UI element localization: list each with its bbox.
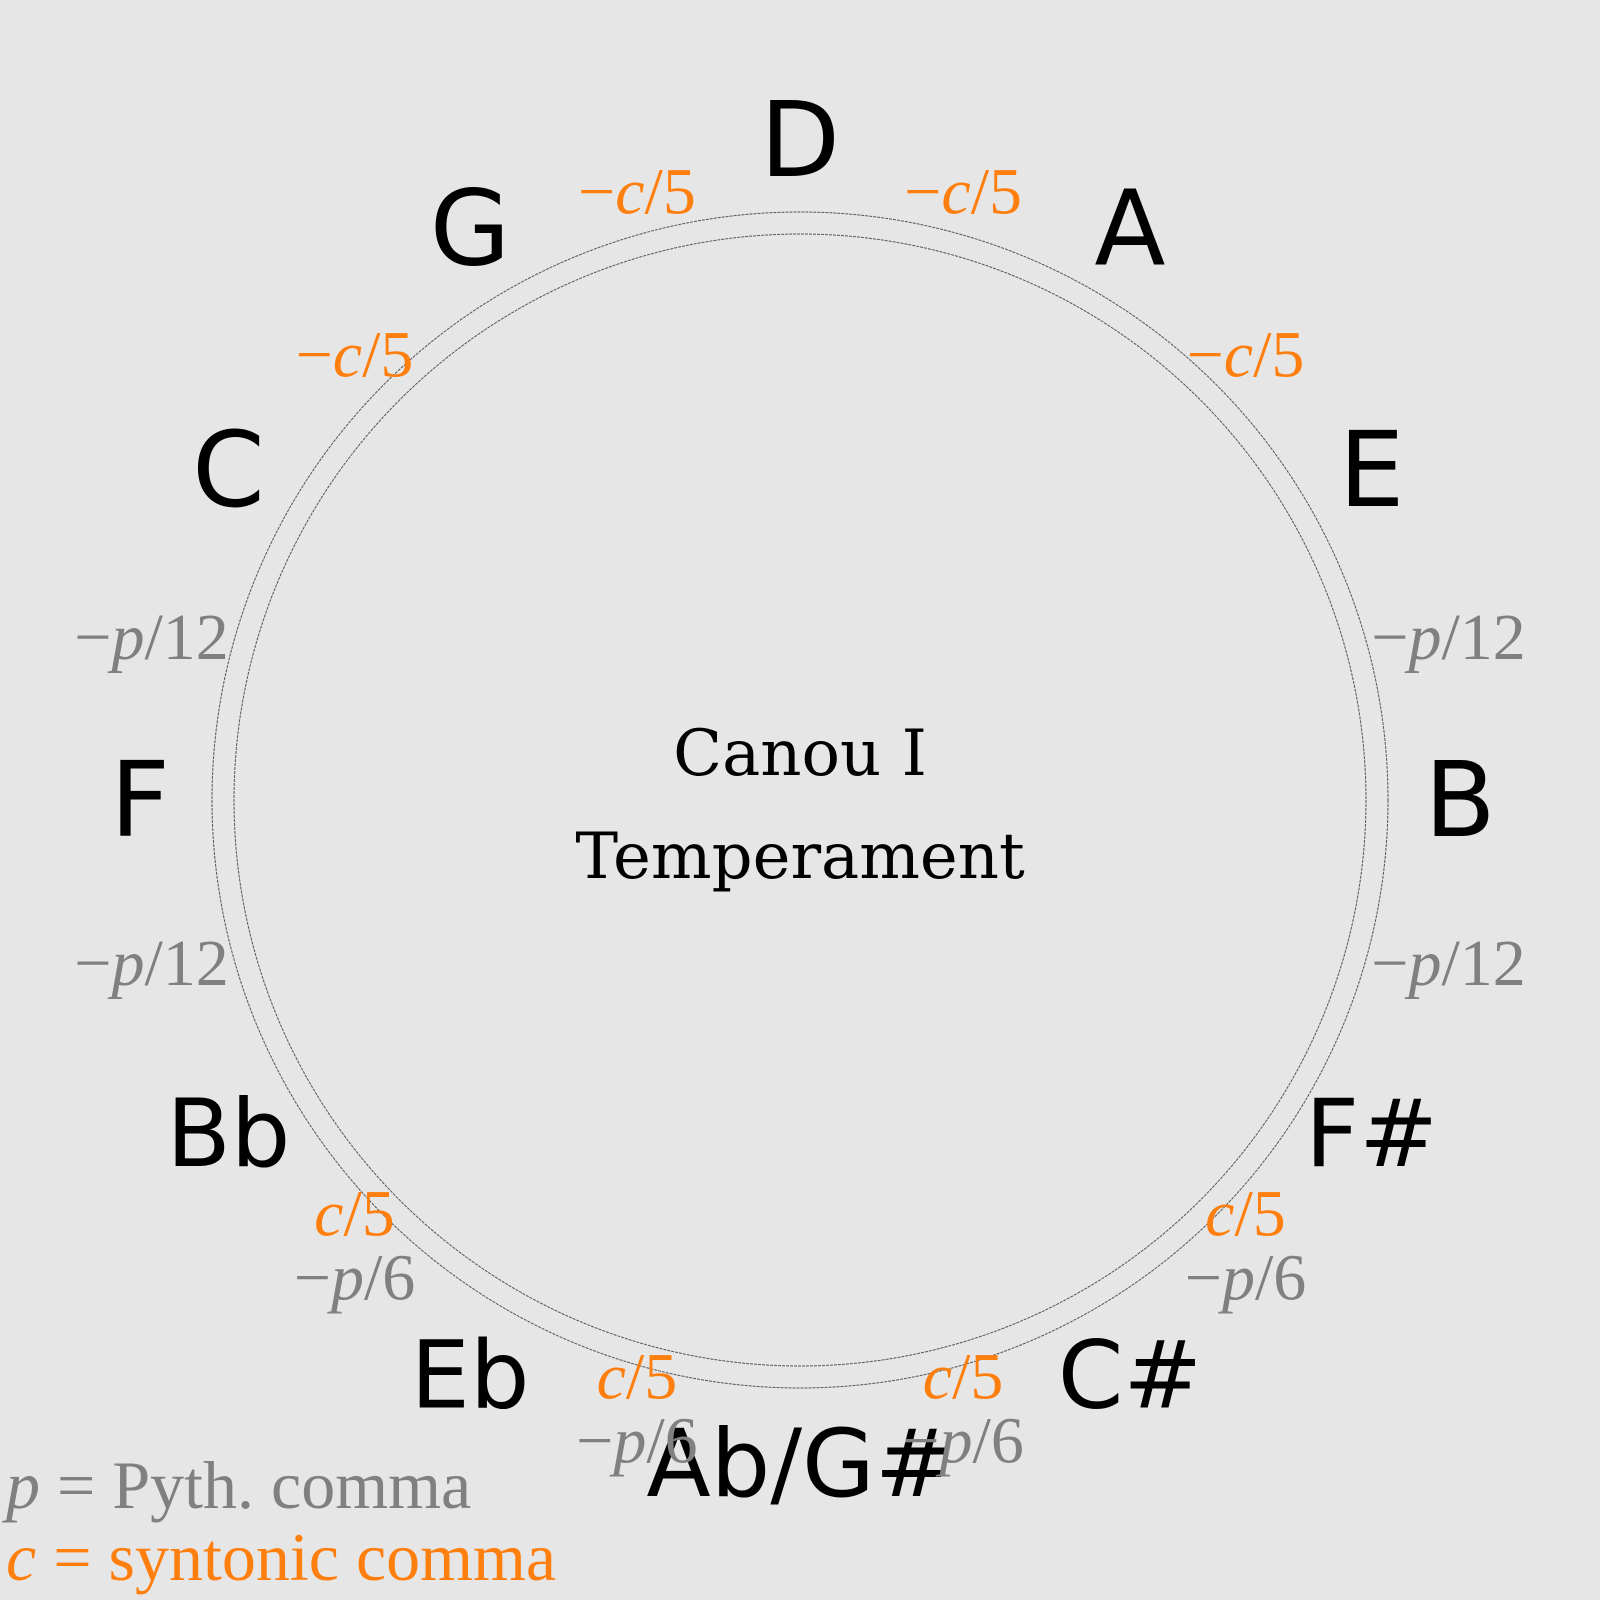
fifth-bb-f: −p/12 [74,927,229,1000]
fifth-f-c: −p/12 [74,601,229,674]
title-line-2: Temperament [575,820,1025,894]
fifth-fraction-syntonic: −c/5 [1187,319,1305,392]
fifth-fraction-pythagorean: −p/6 [576,1405,698,1478]
fifth-fraction-pythagorean: −p/12 [1371,601,1526,674]
fifth-fraction-pythagorean: −p/6 [1185,1242,1307,1315]
legend-syntonic-var: c [6,1519,36,1595]
note-c: C [192,409,265,531]
fifth-d-a: −c/5 [904,156,1022,229]
fifth-g-d: −c/5 [578,156,696,229]
fifth-e-b: −p/12 [1371,601,1526,674]
fifth-fraction-pythagorean: −p/6 [902,1405,1024,1478]
legend-syntonic: c = syntonic comma [6,1519,556,1595]
legend-pythagorean: p = Pyth. comma [2,1447,471,1523]
note-a: A [1094,167,1165,289]
note-f: F [110,739,170,861]
fifth-fraction-syntonic: −c/5 [296,319,414,392]
legend-syntonic-text: = syntonic comma [36,1519,556,1595]
legend-pythagorean-text: = Pyth. comma [40,1447,471,1523]
fifth-fraction-pythagorean: −p/12 [1371,927,1526,1000]
note-eb: Eb [410,1322,529,1431]
fifth-c-g: −c/5 [296,319,414,392]
background [0,0,1600,1600]
note-f-sharp: F# [1305,1080,1438,1189]
fifth-fraction-syntonic: −c/5 [904,156,1022,229]
legend-pythagorean-var: p [2,1447,40,1523]
title-line-1: Canou I [673,717,927,791]
fifth-fraction-pythagorean: −p/6 [294,1242,416,1315]
temperament-diagram: Canou I Temperament DAEBF#C#Ab/G#EbBbFCG… [0,0,1600,1600]
fifth-fraction-pythagorean: −p/12 [74,601,229,674]
note-bb: Bb [166,1080,290,1189]
fifth-fraction-syntonic: −c/5 [578,156,696,229]
note-c-sharp: C# [1058,1322,1202,1431]
fifth-fraction-syntonic: c/5 [314,1178,395,1251]
fifth-fraction-pythagorean: −p/12 [74,927,229,1000]
note-g: G [430,167,511,289]
fifth-a-e: −c/5 [1187,319,1305,392]
note-e: E [1339,409,1405,531]
fifth-fraction-syntonic: c/5 [1205,1178,1286,1251]
fifth-b-f-sharp: −p/12 [1371,927,1526,1000]
fifth-fraction-syntonic: c/5 [923,1341,1004,1414]
note-b: B [1424,739,1495,861]
fifth-fraction-syntonic: c/5 [597,1341,678,1414]
note-d: D [760,79,840,201]
